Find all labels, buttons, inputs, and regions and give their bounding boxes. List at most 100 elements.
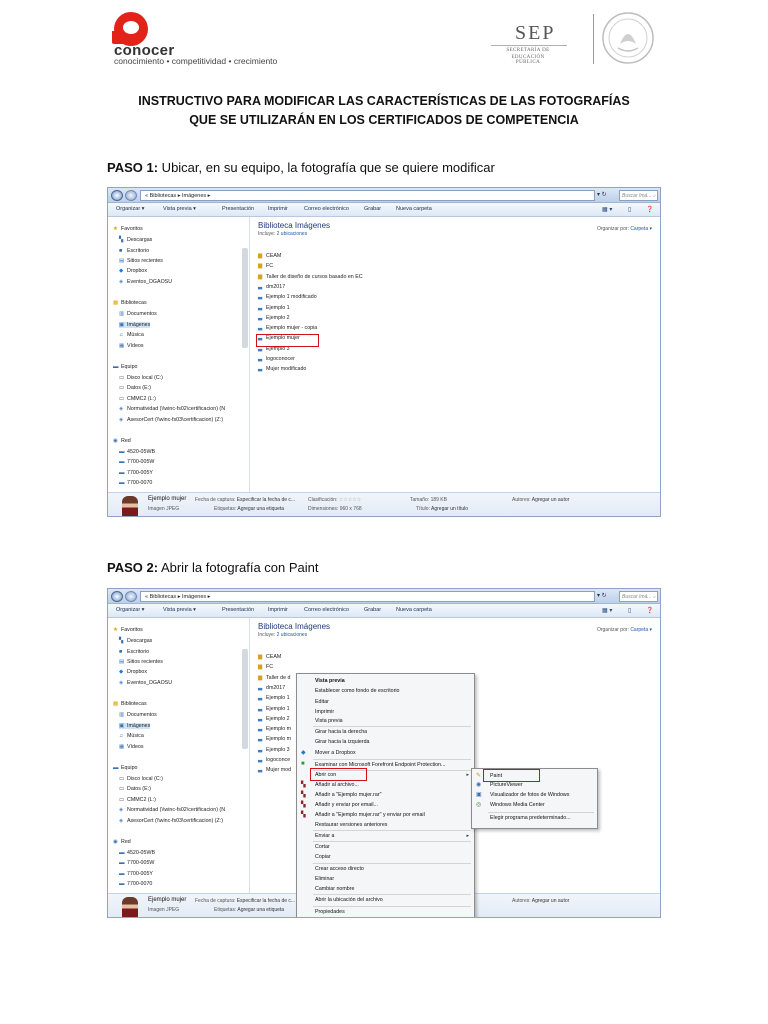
nav-item[interactable]: ▬ 7700-0070 [119, 480, 152, 486]
forward-button[interactable] [125, 591, 137, 602]
nav-item[interactable]: ▭ Datos (E:) [119, 385, 151, 391]
nav-item[interactable]: ▣ Imágenes [119, 723, 151, 729]
context-menu-item[interactable]: Propiedades [315, 909, 345, 915]
detail-authors-value[interactable]: Agregar un autor [532, 497, 570, 503]
nav-item[interactable]: ◈ Eventos_DGAOSU [119, 279, 172, 285]
nav-item[interactable]: ◉ Red [113, 438, 131, 444]
nav-item[interactable]: ▬ 7700-005W [119, 459, 154, 465]
context-menu-item[interactable]: Mover a Dropbox [315, 750, 356, 756]
file-item[interactable]: ▃ Ejemplo 2 [258, 315, 290, 321]
file-item[interactable]: ▆ FC [258, 664, 273, 670]
nav-item[interactable]: ◈ AsesorCert (\\winc-fs03\certificacion) … [119, 818, 223, 824]
file-item[interactable]: ▆ FC [258, 263, 273, 269]
library-includes-link[interactable]: 2 ubicaciones [277, 632, 308, 638]
nav-item[interactable]: ◈ AsesorCert (\\winc-fs03\certificacion) … [119, 417, 223, 423]
preview-pane-icon[interactable]: ▯ [628, 607, 631, 614]
file-item[interactable]: ▃ Mujer modificado [258, 366, 306, 372]
nav-scrollbar[interactable] [242, 248, 248, 348]
refresh-icon[interactable]: ▾ ↻ [597, 591, 617, 602]
nav-item[interactable]: ▭ Disco local (C:) [119, 776, 163, 782]
toolbar-button-4[interactable]: Correo electrónico [304, 607, 349, 613]
file-item[interactable]: ▃ Ejemplo mujer - copia [258, 325, 317, 331]
nav-item[interactable]: ◈ Normatividad (\\winc-fs02\certificacion… [119, 807, 225, 813]
file-item[interactable]: ▃ Ejemplo 1 [258, 305, 290, 311]
arrange-by-dropdown[interactable]: Carpeta ▾ [630, 226, 652, 232]
open-with-option[interactable]: Elegir programa predeterminado... [490, 815, 571, 821]
nav-item[interactable]: ◉ Red [113, 839, 131, 845]
context-menu-item[interactable]: Establecer como fondo de escritorio [315, 688, 400, 694]
nav-item[interactable]: ▬ 7700-005W [119, 860, 154, 866]
nav-item[interactable]: ▦ Vídeos [119, 744, 144, 750]
file-item[interactable]: ▃ Ejemplo m [258, 736, 291, 742]
context-menu-item[interactable]: Girar hacia la derecha [315, 729, 367, 735]
toolbar-button-0[interactable]: Organizar ▾ [116, 206, 144, 212]
context-menu-item[interactable]: Añadir y enviar por email... [315, 802, 378, 808]
nav-item[interactable]: ▚ Descargas [119, 237, 152, 243]
context-menu-item[interactable]: Crear acceso directo [315, 866, 364, 872]
detail-capture-value[interactable]: Especificar la fecha de c... [237, 898, 295, 904]
toolbar-button-2[interactable]: Presentación [222, 206, 254, 212]
back-button[interactable] [111, 591, 123, 602]
nav-item[interactable]: ▬ Equipo [113, 364, 138, 370]
nav-item[interactable]: ▥ Documentos [119, 712, 157, 718]
file-item[interactable]: ▃ Ejemplo 1 [258, 695, 290, 701]
nav-item[interactable]: ▤ Sitios recientes [119, 659, 163, 665]
nav-item[interactable]: ▤ Sitios recientes [119, 258, 163, 264]
library-includes-link[interactable]: 2 ubicaciones [277, 231, 308, 237]
preview-pane-icon[interactable]: ▯ [628, 206, 631, 213]
nav-item[interactable]: ▥ Documentos [119, 311, 157, 317]
toolbar-button-1[interactable]: Vista previa ▾ [163, 607, 196, 613]
rating-stars-icon[interactable]: ☆☆☆☆☆ [339, 497, 361, 503]
nav-item[interactable]: ♫ Música [119, 733, 144, 739]
nav-item[interactable]: ▩ Bibliotecas [113, 701, 147, 707]
context-menu-item[interactable]: Eliminar [315, 876, 334, 882]
address-bar[interactable]: « Bibliotecas ▸ Imágenes ▸ [140, 190, 595, 201]
back-button[interactable] [111, 190, 123, 201]
file-item[interactable]: ▃ Mujer mod [258, 767, 291, 773]
context-menu-item[interactable]: Vista previa [315, 678, 345, 684]
file-item[interactable]: ▃ logoconocer [258, 356, 295, 362]
nav-item[interactable]: ★ Favoritos [113, 627, 143, 633]
nav-item[interactable]: ◈ Normatividad (\\winc-fs02\certificacion… [119, 406, 225, 412]
refresh-icon[interactable]: ▾ ↻ [597, 190, 617, 201]
file-item[interactable]: ▃ Ejemplo m [258, 726, 291, 732]
nav-item[interactable]: ▚ Descargas [119, 638, 152, 644]
file-item[interactable]: ▆ CEAM [258, 253, 281, 259]
file-item[interactable]: ▃ Ejemplo 3 [258, 747, 290, 753]
nav-item[interactable]: ▬ Equipo [113, 765, 138, 771]
context-menu-item[interactable]: Imprimir [315, 709, 334, 715]
file-item[interactable]: ▃ Ejemplo 1 [258, 706, 290, 712]
toolbar-button-3[interactable]: Imprimir [268, 607, 288, 613]
nav-item[interactable]: ◈ Eventos_DGAOSU [119, 680, 172, 686]
toolbar-button-3[interactable]: Imprimir [268, 206, 288, 212]
file-item[interactable]: ▃ dm2017 [258, 685, 285, 691]
nav-item[interactable]: ■ Escritorio [119, 248, 149, 254]
context-menu-item[interactable]: Cambiar nombre [315, 886, 354, 892]
help-icon[interactable]: ❓ [646, 206, 653, 213]
nav-scrollbar[interactable] [242, 649, 248, 749]
file-item[interactable]: ▆ Taller de diseño de cursos basado en EC [258, 274, 363, 280]
toolbar-button-6[interactable]: Nueva carpeta [396, 206, 432, 212]
file-item[interactable]: ▃ logoconce [258, 757, 290, 763]
context-menu-item[interactable]: Restaurar versiones anteriores [315, 822, 387, 828]
detail-title-value[interactable]: Agregar un título [431, 506, 468, 512]
open-with-option[interactable]: PictureViewer [490, 782, 523, 788]
nav-item[interactable]: ▭ CMMC2 (L:) [119, 797, 156, 803]
detail-tags-value[interactable]: Agregar una etiqueta [237, 907, 284, 913]
arrange-by-dropdown[interactable]: Carpeta ▾ [630, 627, 652, 633]
detail-tags-value[interactable]: Agregar una etiqueta [237, 506, 284, 512]
context-menu-item[interactable]: Abrir la ubicación del archivo [315, 897, 383, 903]
nav-item[interactable]: ◆ Dropbox [119, 669, 147, 675]
open-with-option[interactable]: Visualizador de fotos de Windows [490, 792, 569, 798]
nav-item[interactable]: ▬ 7700-0070 [119, 881, 152, 887]
toolbar-button-1[interactable]: Vista previa ▾ [163, 206, 196, 212]
context-menu-item[interactable]: Girar hacia la izquierda [315, 739, 369, 745]
context-menu-item[interactable]: Añadir a "Ejemplo mujer.rar" [315, 792, 381, 798]
file-item[interactable]: ▆ CEAM [258, 654, 281, 660]
nav-item[interactable]: ▩ Bibliotecas [113, 300, 147, 306]
context-menu-item[interactable]: Copiar [315, 854, 331, 860]
nav-item[interactable]: ◆ Dropbox [119, 268, 147, 274]
nav-item[interactable]: ▬ 7700-005Y [119, 871, 153, 877]
detail-authors-value[interactable]: Agregar un autor [532, 898, 570, 904]
toolbar-button-5[interactable]: Grabar [364, 607, 381, 613]
